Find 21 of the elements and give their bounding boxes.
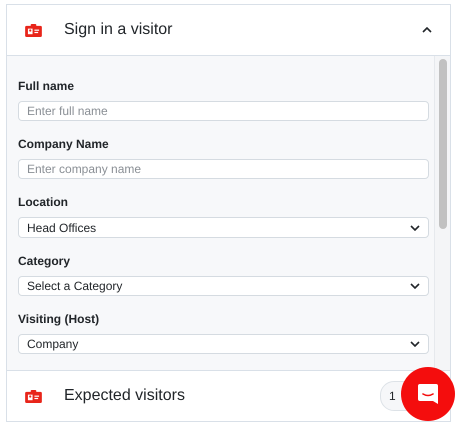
field-label: Visiting (Host) [18, 312, 100, 326]
scrollbar[interactable] [434, 56, 450, 370]
text-field[interactable]: Enter company name [18, 159, 429, 180]
id-badge-icon [25, 390, 42, 402]
id-badge-icon [25, 24, 42, 36]
text-field[interactable]: Enter full name [18, 101, 429, 122]
section-title[interactable]: Expected visitors [64, 387, 185, 404]
section-title[interactable]: Sign in a visitor [64, 21, 172, 38]
caret-icon [410, 282, 420, 289]
dropdown[interactable]: Company [18, 334, 429, 354]
field-label: Full name [18, 79, 76, 93]
dropdown[interactable]: Head Offices [18, 217, 429, 238]
collapse-icon [422, 27, 432, 33]
caret-icon [410, 340, 420, 347]
dropdown[interactable]: Select a Category [18, 276, 429, 296]
field-label: Location [18, 195, 69, 210]
chat-button[interactable] [401, 367, 455, 421]
field-label: Category [18, 254, 72, 268]
caret-icon [410, 224, 420, 230]
chat-icon [417, 383, 439, 405]
field-label: Company Name [18, 137, 110, 152]
